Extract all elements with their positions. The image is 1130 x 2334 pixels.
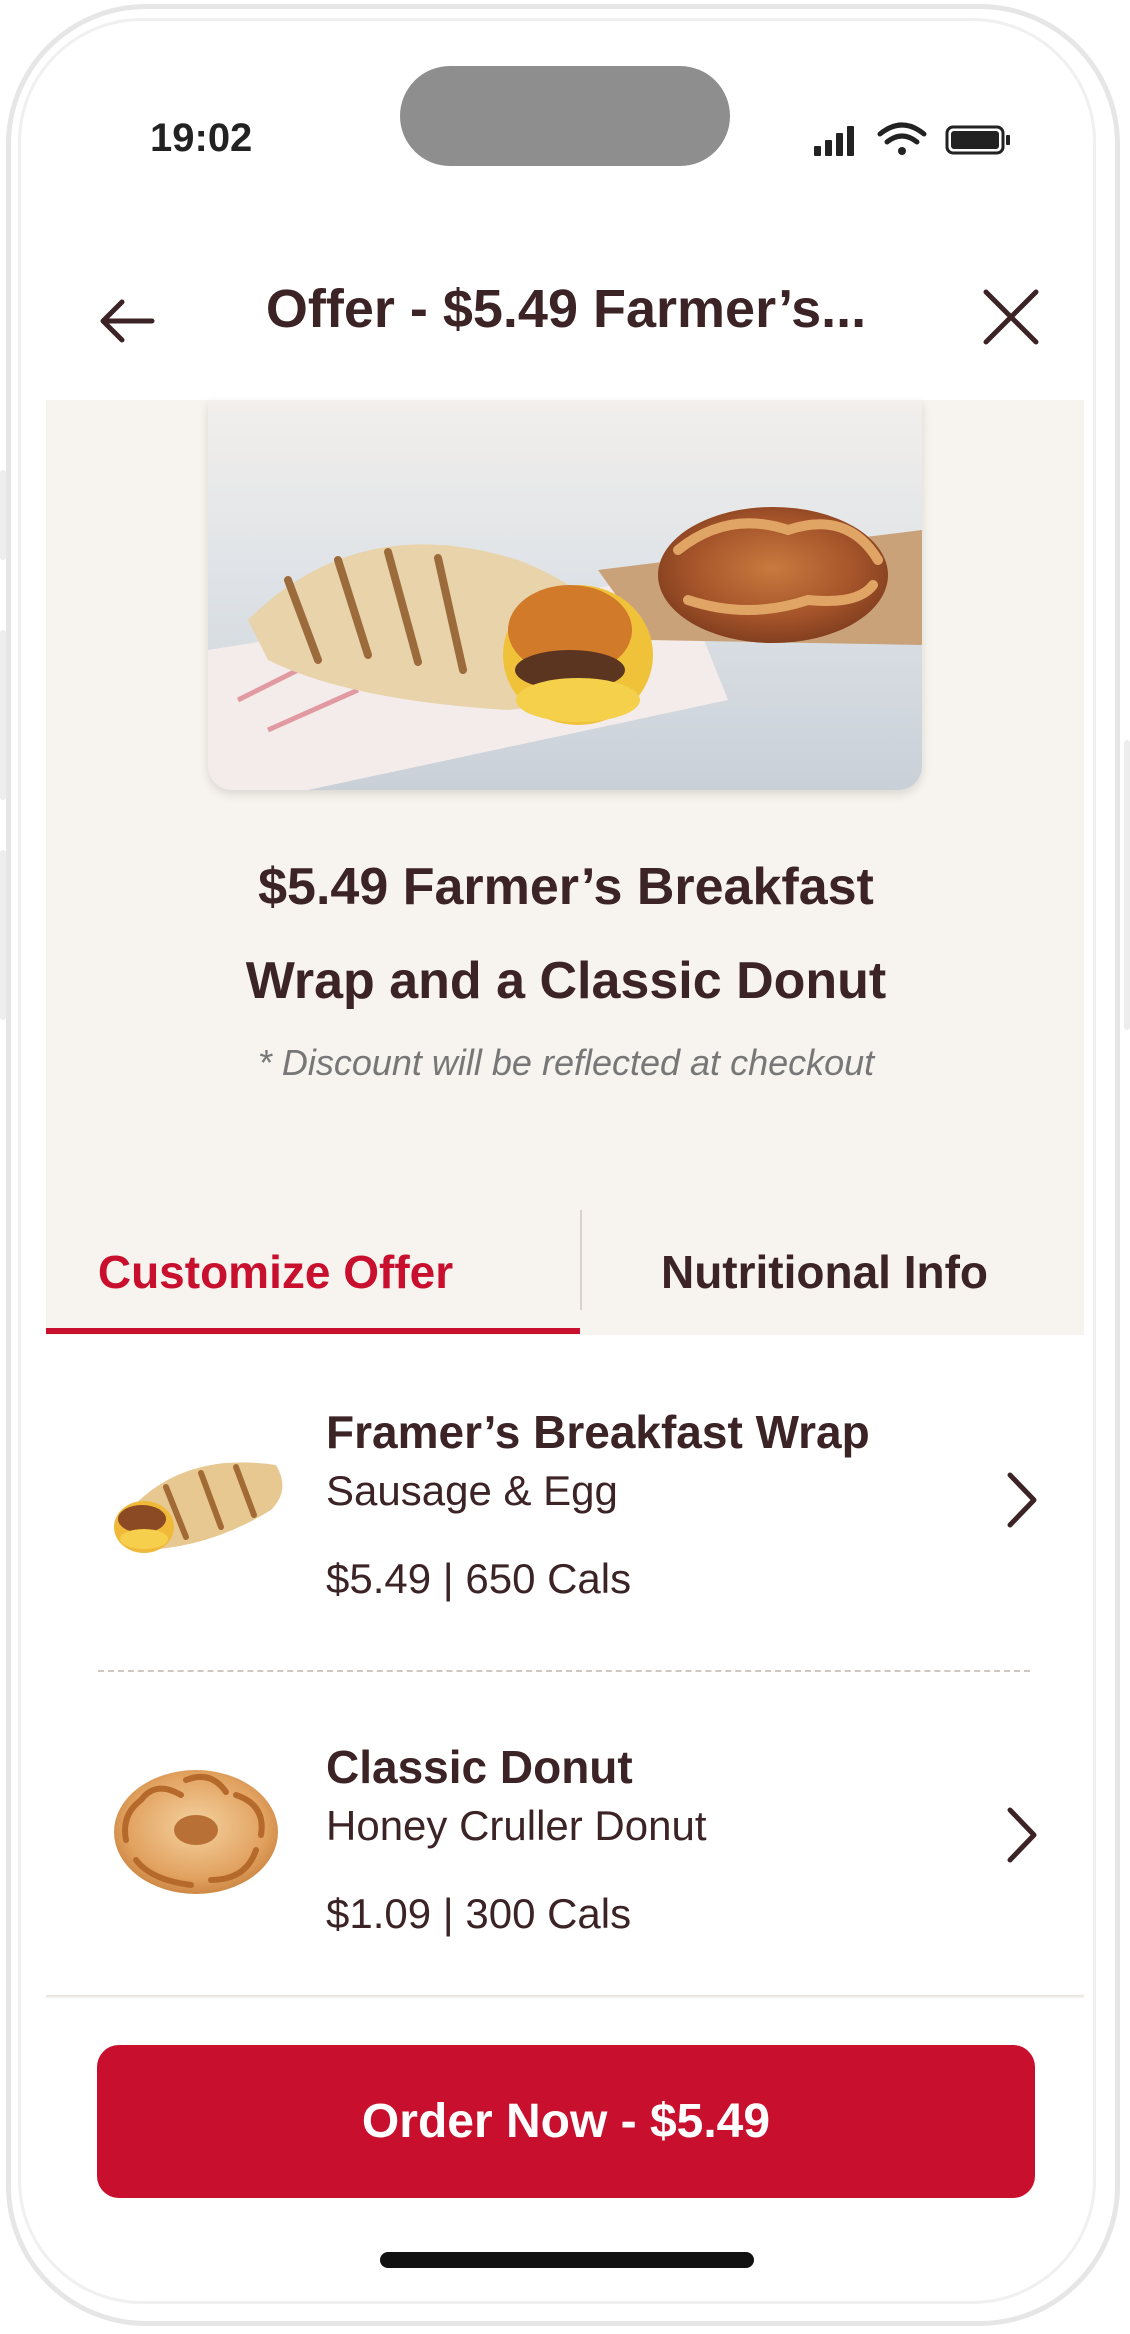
offer-image <box>208 400 922 790</box>
nav-bar: Offer - $5.49 Farmer’s... <box>46 240 1084 401</box>
active-tab-indicator <box>46 1328 580 1334</box>
side-button <box>0 470 6 560</box>
item-description: Honey Cruller Donut <box>326 1802 707 1849</box>
signal-icon <box>814 126 854 156</box>
battery-icon <box>945 125 1010 155</box>
item-divider <box>98 1670 1030 1672</box>
wrap-image <box>114 1462 283 1553</box>
bottom-bar-divider <box>46 1995 1084 1999</box>
volume-down-button <box>0 850 6 1020</box>
item-name: Classic Donut <box>326 1741 633 1793</box>
dynamic-island <box>400 66 730 166</box>
arrow-left-icon[interactable] <box>96 290 158 352</box>
discount-note: * Discount will be reflected at checkout <box>257 1042 875 1083</box>
offer-hero: $5.49 Farmer’s Breakfast Wrap and a Clas… <box>46 400 1084 1335</box>
order-now-button[interactable]: Order Now - $5.49 <box>97 2045 1035 2198</box>
offer-title-line-2: Wrap and a Classic Donut <box>245 952 887 1010</box>
item-price-calories: $5.49 | 650 Cals <box>326 1555 632 1602</box>
volume-up-button <box>0 630 6 800</box>
chevron-right-icon[interactable] <box>996 1800 1046 1870</box>
item-price-calories: $1.09 | 300 Cals <box>326 1890 632 1937</box>
tab-nutritional-info[interactable]: Nutritional Info <box>565 1210 1084 1335</box>
list-item-wrap[interactable]: Framer’s Breakfast Wrap Sausage & Egg $5… <box>46 1375 1084 1675</box>
status-icons <box>814 122 1010 156</box>
close-icon[interactable] <box>976 282 1046 352</box>
offer-title-line-1: $5.49 Farmer’s Breakfast <box>258 858 874 916</box>
list-item-donut[interactable]: Classic Donut Honey Cruller Donut $1.09 … <box>46 1710 1084 2010</box>
power-button <box>1124 740 1130 1030</box>
offer-tabs: Customize Offer Nutritional Info <box>46 1210 1084 1335</box>
item-description: Sausage & Egg <box>326 1467 618 1514</box>
wifi-icon <box>877 122 927 155</box>
tab-customize-offer[interactable]: Customize Offer <box>16 1210 535 1335</box>
donut-image <box>114 1770 278 1894</box>
status-time: 19:02 <box>150 116 253 160</box>
offer-title: $5.49 Farmer’s Breakfast Wrap and a Clas… <box>126 840 1006 1028</box>
chevron-right-icon[interactable] <box>996 1465 1046 1535</box>
item-name: Framer’s Breakfast Wrap <box>326 1406 870 1458</box>
home-indicator[interactable] <box>380 2252 754 2268</box>
page-title: Offer - $5.49 Farmer’s... <box>265 279 867 339</box>
